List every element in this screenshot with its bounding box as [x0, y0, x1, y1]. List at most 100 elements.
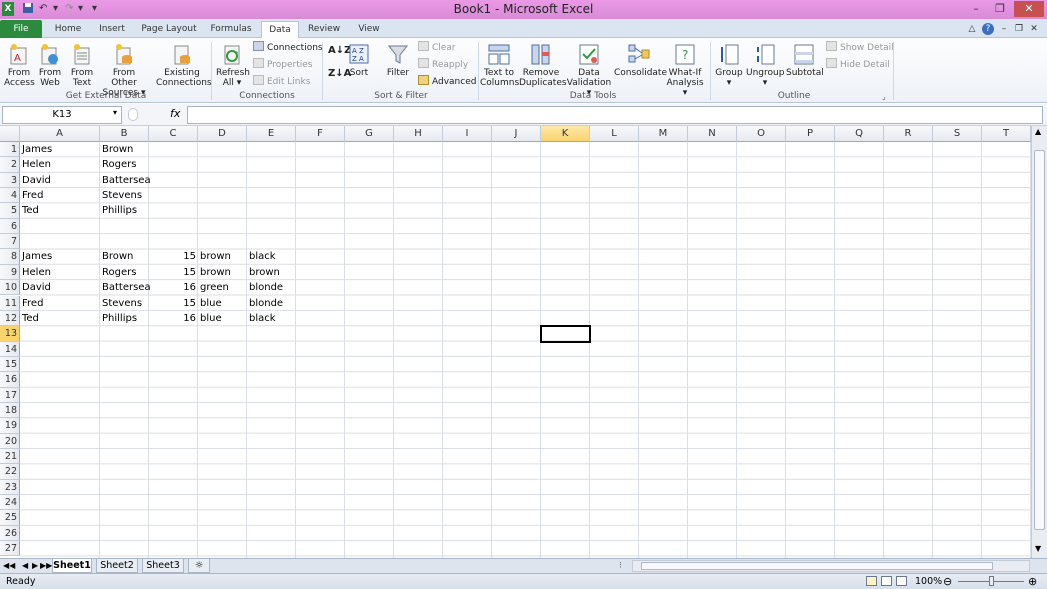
minimize-button[interactable]: –: [964, 1, 988, 17]
cell-c8[interactable]: 15: [149, 249, 198, 264]
text-to-columns-button[interactable]: Text to Columns: [480, 42, 519, 88]
row-header-6[interactable]: 6: [0, 218, 20, 235]
cell-d11[interactable]: blue: [198, 296, 247, 311]
tab-review[interactable]: Review: [304, 21, 344, 38]
tab-page-layout[interactable]: Page Layout: [138, 21, 200, 38]
horizontal-scrollbar[interactable]: [632, 560, 1030, 572]
cell-a12[interactable]: Ted: [20, 311, 100, 326]
row-header-23[interactable]: 23: [0, 479, 20, 496]
column-header-l[interactable]: L: [590, 126, 639, 142]
cell-d10[interactable]: green: [198, 280, 247, 295]
cell-a3[interactable]: David: [20, 173, 100, 188]
column-header-i[interactable]: I: [443, 126, 492, 142]
zoom-slider-thumb[interactable]: [989, 576, 994, 586]
cell-b8[interactable]: Brown: [100, 249, 149, 264]
ribbon-collapse-icon[interactable]: △: [966, 21, 978, 38]
tab-file[interactable]: File: [0, 20, 42, 38]
group-button[interactable]: Group ▾: [714, 42, 744, 88]
row-header-12[interactable]: 12: [0, 310, 20, 327]
cell-c10[interactable]: 16: [149, 280, 198, 295]
tab-home[interactable]: Home: [48, 21, 88, 38]
name-box[interactable]: K13: [2, 106, 122, 124]
outline-dialog-launcher-icon[interactable]: ⌟: [882, 90, 886, 104]
cell-a2[interactable]: Helen: [20, 157, 100, 172]
existing-connections-button[interactable]: Existing Connections: [156, 42, 212, 88]
cell-e9[interactable]: brown: [247, 265, 296, 280]
hide-detail-button[interactable]: Hide Detail: [826, 58, 890, 72]
zoom-out-icon[interactable]: ⊖: [943, 574, 952, 589]
row-header-24[interactable]: 24: [0, 495, 20, 511]
sheet-tab-sheet3[interactable]: Sheet3: [142, 559, 184, 573]
row-header-17[interactable]: 17: [0, 387, 20, 403]
advanced-filter-button[interactable]: Advanced: [418, 75, 476, 89]
last-sheet-icon[interactable]: ▶▶: [40, 559, 52, 573]
row-header-27[interactable]: 27: [0, 541, 20, 557]
cell-d8[interactable]: brown: [198, 249, 247, 264]
cell-d12[interactable]: blue: [198, 311, 247, 326]
help-icon[interactable]: ?: [982, 23, 994, 35]
row-header-13[interactable]: 13: [0, 326, 20, 342]
zoom-in-icon[interactable]: ⊕: [1028, 574, 1037, 589]
workbook-minimize-icon[interactable]: –: [998, 21, 1010, 38]
from-access-button[interactable]: A From Access: [4, 42, 35, 88]
cell-a4[interactable]: Fred: [20, 188, 100, 203]
column-header-e[interactable]: E: [247, 126, 296, 142]
cell-c12[interactable]: 16: [149, 311, 198, 326]
sheet-tab-sheet2[interactable]: Sheet2: [96, 559, 138, 573]
clear-filter-button[interactable]: Clear: [418, 41, 456, 55]
row-header-26[interactable]: 26: [0, 525, 20, 542]
cell-b3[interactable]: Battersea: [100, 173, 151, 188]
column-header-s[interactable]: S: [933, 126, 982, 142]
cell-a1[interactable]: James: [20, 142, 100, 157]
worksheet-grid[interactable]: ABCDEFGHIJKLMNOPQRST 1 2 3 4 5 6 7 8 9 10 11 12 13 14…: [0, 126, 1031, 558]
column-header-d[interactable]: D: [198, 126, 247, 142]
column-header-j[interactable]: J: [492, 126, 541, 142]
sort-button[interactable]: A ZZ A Sort: [346, 42, 372, 78]
row-header-21[interactable]: 21: [0, 449, 20, 465]
cell-e12[interactable]: black: [247, 311, 296, 326]
row-header-8[interactable]: 8: [0, 249, 20, 265]
consolidate-button[interactable]: Consolidate: [614, 42, 667, 78]
cell-b2[interactable]: Rogers: [100, 157, 149, 172]
filter-button[interactable]: Filter: [384, 42, 412, 78]
formula-input[interactable]: [187, 106, 1043, 124]
cell-a8[interactable]: James: [20, 249, 100, 264]
show-detail-button[interactable]: Show Detail: [826, 41, 894, 55]
cell-d9[interactable]: brown: [198, 265, 247, 280]
row-header-5[interactable]: 5: [0, 203, 20, 219]
select-all-corner[interactable]: [0, 126, 20, 142]
properties-button[interactable]: Properties: [253, 58, 312, 72]
next-sheet-icon[interactable]: ▶: [32, 559, 38, 573]
column-header-h[interactable]: H: [394, 126, 443, 142]
column-header-c[interactable]: C: [149, 126, 198, 142]
cell-e11[interactable]: blonde: [247, 296, 296, 311]
row-header-3[interactable]: 3: [0, 172, 20, 189]
vertical-scrollbar[interactable]: ▲ ▼: [1031, 126, 1047, 558]
column-header-t[interactable]: T: [982, 126, 1031, 142]
cell-b12[interactable]: Phillips: [100, 311, 149, 326]
cell-c11[interactable]: 15: [149, 296, 198, 311]
cell-b9[interactable]: Rogers: [100, 265, 149, 280]
column-header-b[interactable]: B: [100, 126, 149, 142]
from-web-button[interactable]: From Web: [36, 42, 64, 88]
horizontal-scroll-thumb[interactable]: [641, 562, 993, 570]
row-header-9[interactable]: 9: [0, 264, 20, 281]
cell-a11[interactable]: Fred: [20, 296, 100, 311]
reapply-button[interactable]: Reapply: [418, 58, 468, 72]
row-header-7[interactable]: 7: [0, 234, 20, 250]
sheet-tab-sheet1[interactable]: Sheet1: [52, 559, 92, 573]
scroll-up-icon[interactable]: ▲: [1035, 127, 1041, 136]
column-header-g[interactable]: G: [345, 126, 394, 142]
cell-c9[interactable]: 15: [149, 265, 198, 280]
formula-bar-expand-icon[interactable]: [128, 108, 138, 121]
refresh-all-button[interactable]: Refresh All ▾: [216, 42, 250, 88]
cell-b10[interactable]: Battersea: [100, 280, 151, 295]
vertical-scroll-thumb[interactable]: [1034, 150, 1045, 530]
row-header-18[interactable]: 18: [0, 402, 20, 419]
column-header-m[interactable]: M: [639, 126, 688, 142]
what-if-analysis-button[interactable]: ? What-If Analysis ▾: [664, 42, 706, 98]
cell-e8[interactable]: black: [247, 249, 296, 264]
normal-view-icon[interactable]: [866, 576, 877, 586]
close-button[interactable]: ✕: [1014, 1, 1044, 17]
cell-a5[interactable]: Ted: [20, 203, 100, 218]
